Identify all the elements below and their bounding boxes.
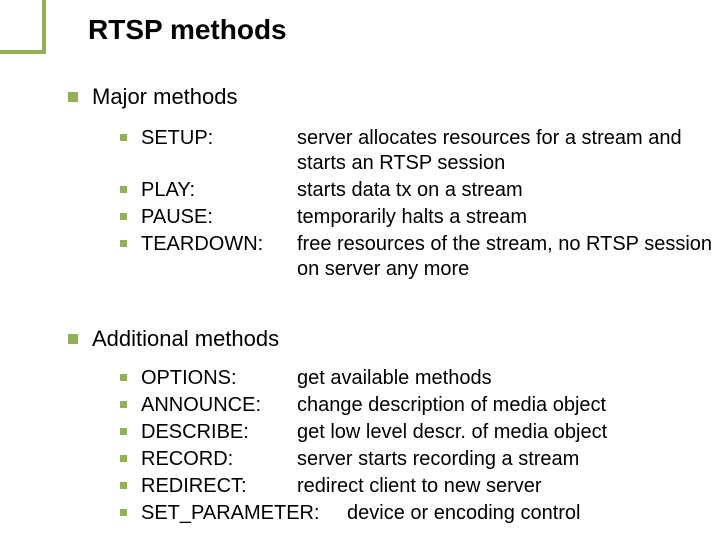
method-term: SETUP: [141,126,297,151]
bullet-square-icon [120,374,127,381]
list-item: REDIRECT: redirect client to new server [120,474,720,499]
section-heading-additional: Additional methods [68,326,279,352]
slide-title: RTSP methods [88,14,287,46]
bullet-square-icon [120,482,127,489]
bullet-square-icon [120,401,127,408]
bullet-square-icon [68,334,78,344]
method-term: PAUSE: [141,205,297,230]
additional-items: OPTIONS: get available methods ANNOUNCE:… [120,366,720,528]
method-desc: starts data tx on a stream [297,178,717,203]
method-term: REDIRECT: [141,474,297,499]
method-desc: temporarily halts a stream [297,205,717,230]
section-heading-text: Additional methods [92,326,279,352]
method-desc: free resources of the stream, no RTSP se… [297,232,717,282]
list-item: DESCRIBE: get low level descr. of media … [120,420,720,445]
method-term: OPTIONS: [141,366,297,391]
method-desc: device or encoding control [347,501,720,526]
method-term: RECORD: [141,447,297,472]
section-heading-text: Major methods [92,84,238,110]
bullet-square-icon [120,240,127,247]
method-term: SET_PARAMETER: [141,501,347,526]
bullet-square-icon [120,455,127,462]
bullet-square-icon [120,428,127,435]
section-heading-major: Major methods [68,84,238,110]
list-item: PAUSE: temporarily halts a stream [120,205,717,230]
list-item: RECORD: server starts recording a stream [120,447,720,472]
method-term: ANNOUNCE: [141,393,297,418]
method-term: DESCRIBE: [141,420,297,445]
bullet-square-icon [120,134,127,141]
method-term: TEARDOWN: [141,232,297,257]
list-item: SET_PARAMETER: device or encoding contro… [120,501,720,526]
method-desc: server allocates resources for a stream … [297,126,717,176]
method-term: PLAY: [141,178,297,203]
list-item: SETUP: server allocates resources for a … [120,126,717,176]
major-items: SETUP: server allocates resources for a … [120,126,717,284]
list-item: OPTIONS: get available methods [120,366,720,391]
bullet-square-icon [120,213,127,220]
slide: RTSP methods Major methods SETUP: server… [0,0,720,540]
bullet-square-icon [120,186,127,193]
method-desc: server starts recording a stream [297,447,717,472]
list-item: ANNOUNCE: change description of media ob… [120,393,720,418]
bullet-square-icon [68,92,78,102]
method-desc: redirect client to new server [297,474,717,499]
method-desc: change description of media object [297,393,717,418]
list-item: PLAY: starts data tx on a stream [120,178,717,203]
decor-rule-vertical [42,0,46,54]
method-desc: get low level descr. of media object [297,420,717,445]
decor-rule-horizontal [0,50,46,54]
method-desc: get available methods [297,366,717,391]
bullet-square-icon [120,509,127,516]
list-item: TEARDOWN: free resources of the stream, … [120,232,717,282]
